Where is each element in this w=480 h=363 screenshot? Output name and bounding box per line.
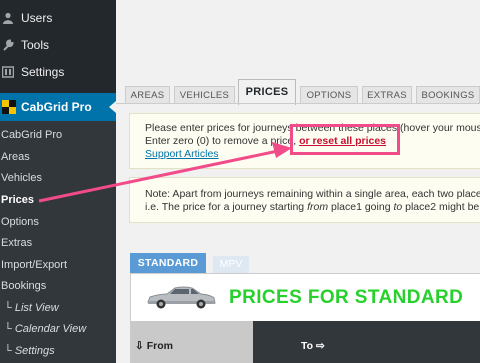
submenu-import-export[interactable]: Import/Export: [1, 256, 67, 274]
cabgrid-logo-icon: [2, 100, 16, 114]
note-line-1: Note: Apart from journeys remaining with…: [145, 188, 480, 200]
menu-tools[interactable]: Tools: [0, 32, 116, 58]
price-panel-title: PRICES FOR STANDARD: [229, 287, 464, 308]
menu-cabgrid-label: CabGrid Pro: [21, 100, 92, 114]
note-to-word: to: [393, 201, 403, 213]
submenu-cabgrid-pro[interactable]: CabGrid Pro: [1, 126, 62, 144]
tab-prices[interactable]: PRICES: [238, 79, 296, 105]
tab-extras[interactable]: EXTRAS: [362, 86, 412, 104]
cabgrid-submenu: CabGrid Pro Areas Vehicles Prices Option…: [0, 121, 116, 363]
column-header-to: To ⇨: [253, 321, 480, 363]
vehicle-tab-standard[interactable]: STANDARD: [130, 253, 206, 273]
main-content: AREAS VEHICLES PRICES OPTIONS EXTRAS BOO…: [116, 0, 480, 363]
menu-users[interactable]: Users: [0, 5, 116, 31]
note-from-word: from: [307, 201, 329, 213]
menu-tools-label: Tools: [21, 38, 50, 52]
note-text-c: place2 might be: [402, 201, 480, 213]
tab-options[interactable]: OPTIONS: [300, 86, 358, 104]
submenu-bookings[interactable]: Bookings: [1, 277, 46, 295]
vehicle-tab-mpv[interactable]: MPV: [213, 256, 249, 273]
tab-vehicles[interactable]: VEHICLES: [174, 86, 235, 104]
menu-cabgrid-pro[interactable]: CabGrid Pro: [0, 93, 116, 121]
user-icon: [2, 12, 14, 24]
sedan-car-icon: [147, 286, 216, 309]
note-text-b: place1 going: [328, 201, 394, 213]
note-line-2: i.e. The price for a journey starting fr…: [145, 201, 480, 214]
admin-sidebar: Users Tools Settings CabGrid Pro CabGrid…: [0, 0, 116, 363]
submenu-areas[interactable]: Areas: [1, 148, 30, 166]
submenu-extras[interactable]: Extras: [1, 234, 32, 252]
submenu-vehicles[interactable]: Vehicles: [1, 169, 42, 187]
support-articles-link[interactable]: Support Articles: [145, 148, 219, 160]
menu-settings-label: Settings: [21, 65, 65, 79]
instructions-line-2-text: Enter zero (0) to remove a price,: [145, 135, 300, 147]
price-table-panel: PRICES FOR STANDARD ⇩ From To ⇨: [130, 273, 480, 363]
submenu-list-view[interactable]: └ List View: [4, 299, 59, 317]
tab-areas[interactable]: AREAS: [125, 86, 170, 104]
menu-users-label: Users: [21, 11, 53, 25]
menu-settings[interactable]: Settings: [0, 59, 116, 85]
pricing-direction-note: Note: Apart from journeys remaining with…: [129, 177, 480, 223]
submenu-options[interactable]: Options: [1, 213, 39, 231]
reset-link-highlight-box: [290, 124, 400, 155]
wrench-icon: [2, 39, 14, 51]
note-text-a: i.e. The price for a journey starting: [145, 201, 308, 213]
submenu-calendar-view[interactable]: └ Calendar View: [4, 320, 86, 338]
tab-bookings[interactable]: BOOKINGS: [416, 86, 480, 104]
settings-icon: [1, 66, 15, 78]
submenu-prices[interactable]: Prices: [1, 191, 34, 209]
column-header-from: ⇩ From: [131, 321, 253, 363]
submenu-settings[interactable]: └ Settings: [4, 342, 55, 360]
